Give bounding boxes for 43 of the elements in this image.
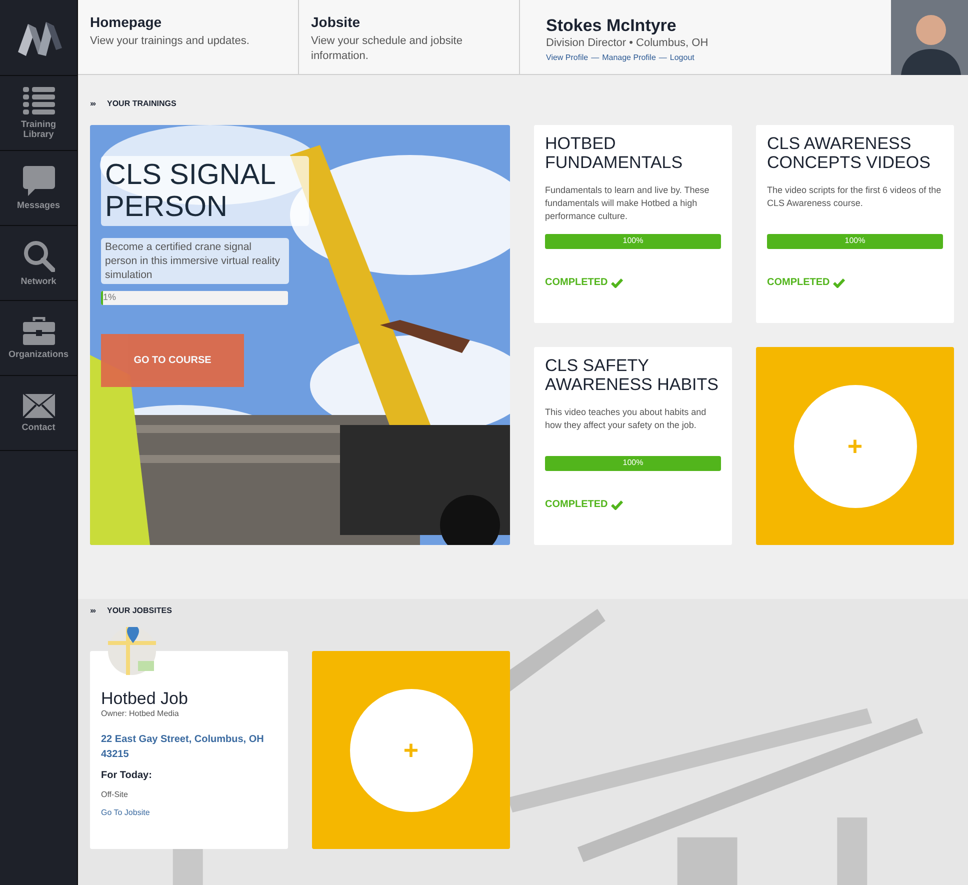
user-role: Division Director • Columbus, OH <box>546 37 710 49</box>
checkmark-icon <box>610 500 623 510</box>
briefcase-icon <box>22 317 54 345</box>
sidebar-item[interactable]: Contact <box>0 376 77 451</box>
course-description: Fundamentals to learn and live by. These fundamentals will make Hotbed a high performance culture. <box>545 184 710 223</box>
course-card[interactable]: CLS SAFETY AWARENESS HABITS This video teaches you about habits and how they affect your safety on the job. 100% COMPLETED <box>534 347 732 545</box>
course-title: HOTBED FUNDAMENTALS <box>545 134 684 174</box>
envelope-icon <box>22 394 54 418</box>
course-title: CLS SAFETY AWARENESS HABITS <box>545 356 720 396</box>
progress-label: 100% <box>622 236 644 245</box>
course-title: CLS SIGNAL PERSON <box>101 156 309 226</box>
nav-tab[interactable]: Homepage View your trainings and updates. <box>78 0 299 74</box>
search-icon <box>22 240 54 272</box>
nav-tab[interactable]: Jobsite View your schedule and jobsite information. <box>299 0 520 74</box>
course-description: Become a certified crane signal person in this immersive virtual reality simulation <box>101 238 289 284</box>
progress-label: 100% <box>622 458 644 467</box>
section-marker: ››› <box>90 98 95 108</box>
link-separator: — <box>591 53 600 62</box>
checkmark-icon <box>832 278 845 288</box>
speech-bubble-icon <box>22 166 54 196</box>
sidebar-item[interactable]: Organizations <box>0 301 77 376</box>
sidebar-item[interactable]: Training Library <box>0 76 77 151</box>
sidebar-item[interactable]: Messages <box>0 151 77 226</box>
course-card[interactable]: CLS AWARENESS CONCEPTS VIDEOS The video scripts for the first 6 videos of the CLS Awareness course. 100% COMPLETED <box>756 125 954 323</box>
status-label: COMPLETED <box>545 499 608 510</box>
course-title: CLS AWARENESS CONCEPTS VIDEOS <box>767 134 932 174</box>
profile-link[interactable]: Manage Profile <box>602 53 656 62</box>
status-label: COMPLETED <box>545 277 608 288</box>
course-description: The video scripts for the first 6 videos of the CLS Awareness course. <box>767 184 942 210</box>
course-card[interactable]: HOTBED FUNDAMENTALS Fundamentals to learn and live by. These fundamentals will make Hotbed a high performance culture. 100% COMPLETED <box>534 125 732 323</box>
course-description: This video teaches you about habits and how they affect your safety on the job. <box>545 406 708 432</box>
go-to-course-button[interactable]: GO TO COURSE <box>101 334 244 387</box>
progress-label: 1% <box>103 292 116 302</box>
profile-link[interactable]: Logout <box>670 53 694 62</box>
user-name: Stokes McIntyre <box>546 16 678 36</box>
sidebar-item[interactable]: Network <box>0 226 77 301</box>
progress-label: 100% <box>844 236 866 245</box>
profile-link[interactable]: View Profile <box>546 53 588 62</box>
list-icon <box>22 87 54 115</box>
checkmark-icon <box>610 278 623 288</box>
section-heading: YOUR TRAININGS <box>107 98 176 108</box>
link-separator: — <box>658 53 667 62</box>
status-label: COMPLETED <box>767 277 830 288</box>
